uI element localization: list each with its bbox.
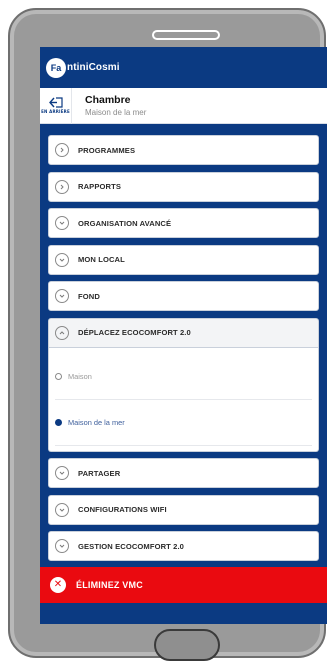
menu-item-gestion-ecocomfort[interactable]: GESTION ECOCOMFORT 2.0: [48, 531, 319, 561]
move-option-maison[interactable]: Maison: [55, 354, 312, 400]
room-title: Chambre: [85, 93, 131, 106]
menu-item-label: PARTAGER: [78, 468, 121, 478]
menu-item-mon-local[interactable]: MON LOCAL: [48, 244, 319, 275]
room-subtitle: Maison de la mer: [85, 107, 147, 117]
room-header: EN ARRIÈRE Chambre Maison de la mer: [40, 87, 327, 124]
chevron-down-icon: [55, 289, 69, 303]
menu-item-label: RAPPORTS: [78, 182, 121, 191]
chevron-down-icon: [55, 252, 69, 267]
chevron-down-icon: [55, 216, 69, 230]
menu-item-label: FOND: [78, 291, 100, 301]
radio-button-selected[interactable]: [55, 418, 62, 426]
back-button[interactable]: EN ARRIÈRE: [40, 87, 72, 124]
delete-vmc-label: ÉLIMINEZ VMC: [76, 579, 143, 590]
menu-item-label: ORGANISATION AVANCÉ: [78, 218, 172, 228]
chevron-right-icon: [55, 179, 69, 194]
menu-item-partager[interactable]: PARTAGER: [48, 458, 319, 488]
menu-item-programmes[interactable]: PROGRAMMES: [48, 135, 319, 165]
room-info: Chambre Maison de la mer: [72, 94, 146, 118]
menu-item-label: GESTION ECOCOMFORT 2.0: [78, 541, 184, 551]
menu-item-organisation-avance[interactable]: ORGANISATION AVANCÉ: [48, 208, 319, 238]
menu-item-label: DÉPLACEZ ECOCOMFORT 2.0: [78, 328, 191, 337]
back-label: EN ARRIÈRE: [41, 109, 70, 114]
radio-label: Maison de la mer: [68, 417, 125, 427]
radio-label: Maison: [68, 371, 92, 381]
move-options-panel: Maison Maison de la mer: [48, 347, 319, 452]
chevron-right-icon: [55, 143, 69, 157]
settings-menu: PROGRAMMES RAPPORTS ORGANISATION AVANCÉ …: [40, 135, 327, 603]
brand-badge: Fa: [46, 57, 66, 78]
brand-text: ntiniCosmi: [67, 62, 120, 73]
brand-logo: Fa ntiniCosmi: [46, 57, 120, 78]
menu-item-configurations-wifi[interactable]: CONFIGURATIONS WIFI: [48, 494, 319, 525]
chevron-down-icon: [55, 466, 69, 480]
chevron-down-icon: [55, 539, 69, 553]
app-header: Fa ntiniCosmi: [40, 47, 327, 88]
chevron-up-icon: [55, 325, 69, 340]
phone-speaker: [152, 30, 220, 40]
move-option-maison-de-la-mer[interactable]: Maison de la mer: [55, 400, 312, 446]
delete-vmc-button[interactable]: ✕ ÉLIMINEZ VMC: [40, 566, 327, 603]
chevron-down-icon: [55, 502, 69, 517]
close-icon: ✕: [50, 576, 66, 593]
phone-home-button[interactable]: [154, 629, 220, 661]
menu-item-label: CONFIGURATIONS WIFI: [78, 505, 167, 514]
phone-frame: Fa ntiniCosmi EN ARRIÈRE Chambre Maison …: [8, 8, 327, 661]
app-screen: Fa ntiniCosmi EN ARRIÈRE Chambre Maison …: [40, 47, 327, 624]
radio-button[interactable]: [55, 372, 62, 380]
back-arrow-icon: [48, 97, 63, 108]
menu-item-deplacez-ecocomfort[interactable]: DÉPLACEZ ECOCOMFORT 2.0: [48, 317, 319, 348]
menu-item-label: PROGRAMMES: [78, 145, 136, 155]
menu-item-label: MON LOCAL: [78, 255, 125, 264]
menu-item-rapports[interactable]: RAPPORTS: [48, 171, 319, 202]
menu-item-fond[interactable]: FOND: [48, 281, 319, 311]
